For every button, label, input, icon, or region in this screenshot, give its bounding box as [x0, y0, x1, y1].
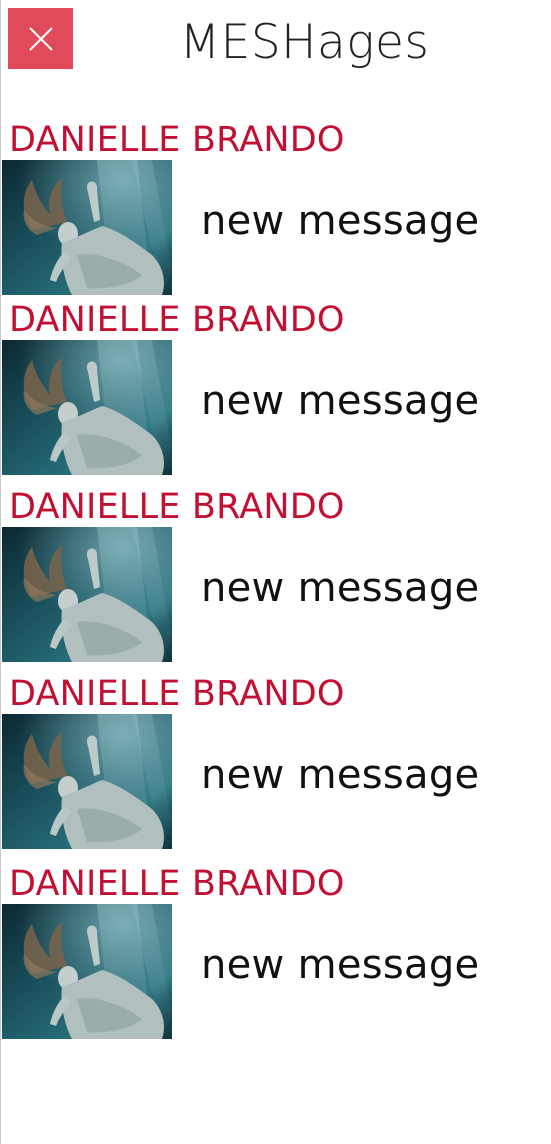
avatar[interactable] [2, 714, 172, 849]
avatar[interactable] [2, 340, 172, 475]
avatar[interactable] [2, 904, 172, 1039]
sender-name: DANIELLE BRANDO [9, 120, 345, 160]
sender-name: DANIELLE BRANDO [9, 487, 345, 527]
message-preview: new message [201, 378, 480, 424]
sender-name: DANIELLE BRANDO [9, 300, 345, 340]
underwater-woman-image [2, 714, 172, 849]
underwater-woman-image [2, 527, 172, 662]
message-preview: new message [201, 565, 480, 611]
sender-name: DANIELLE BRANDO [9, 674, 345, 714]
avatar[interactable] [2, 160, 172, 295]
message-preview: new message [201, 942, 480, 988]
underwater-woman-image [2, 340, 172, 475]
sender-name: DANIELLE BRANDO [9, 864, 345, 904]
message-preview: new message [201, 752, 480, 798]
message-item[interactable]: DANIELLE BRANDO new message [0, 300, 551, 475]
avatar[interactable] [2, 527, 172, 662]
message-item[interactable]: DANIELLE BRANDO new message [0, 487, 551, 662]
page-title: MESHages [179, 15, 430, 70]
underwater-woman-image [2, 904, 172, 1039]
message-item[interactable]: DANIELLE BRANDO new message [0, 674, 551, 849]
message-item[interactable]: DANIELLE BRANDO new message [0, 120, 551, 295]
message-item[interactable]: DANIELLE BRANDO new message [0, 864, 551, 1039]
message-preview: new message [201, 198, 480, 244]
underwater-woman-image [2, 160, 172, 295]
